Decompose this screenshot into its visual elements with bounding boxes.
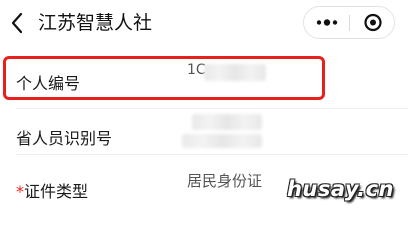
target-close-icon[interactable] [358, 12, 388, 33]
mini-program-capsule [303, 6, 395, 39]
highlight-box [3, 56, 325, 100]
field-value-id-type[interactable]: 居民身份证 [187, 170, 262, 191]
divider [16, 108, 408, 109]
watermark: husay.cn [286, 177, 394, 201]
more-dots-icon[interactable] [312, 12, 342, 33]
masked-value [182, 134, 262, 148]
field-label-provincial-id: 省人员识别号 [16, 129, 113, 148]
chevron-left-icon[interactable] [10, 12, 24, 34]
nav-bar: 江苏智慧人社 [0, 0, 408, 46]
required-mark: * [16, 182, 24, 201]
masked-value [192, 114, 262, 130]
divider [16, 154, 408, 155]
capsule-divider [349, 15, 350, 31]
field-row-provincial-id: 省人员识别号 [0, 110, 408, 154]
field-label-id-type: *证件类型 [16, 182, 89, 201]
page-title: 江苏智慧人社 [38, 12, 153, 34]
